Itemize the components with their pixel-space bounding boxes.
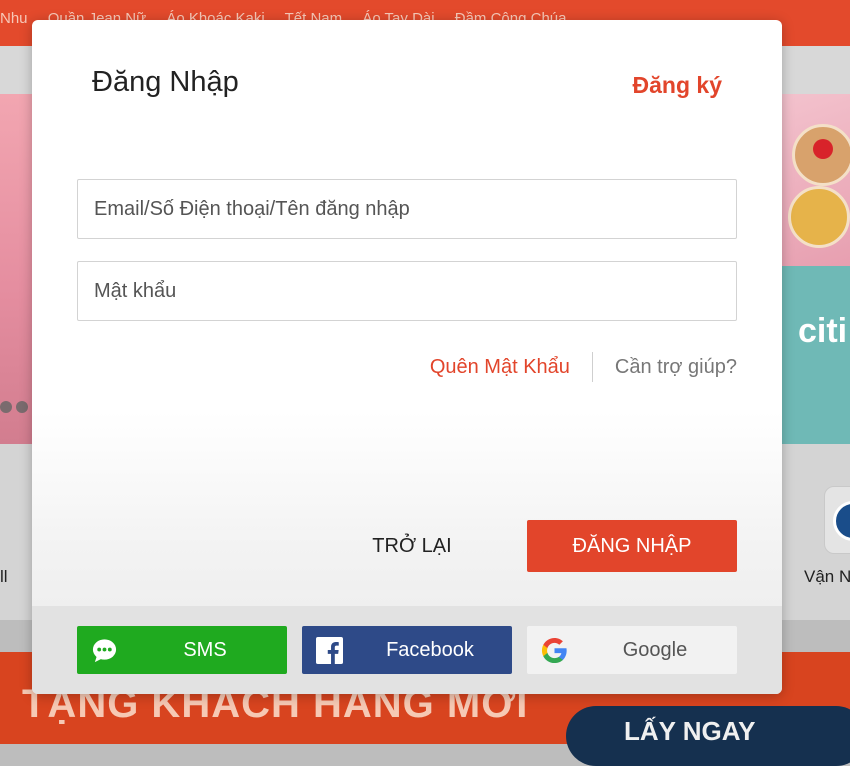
help-link[interactable]: Cần trợ giúp? (615, 356, 737, 379)
forgot-password-link[interactable]: Quên Mật Khẩu (430, 356, 570, 379)
chat-bubble-icon (92, 639, 117, 663)
category-tile-label[interactable]: Vận N (804, 567, 850, 587)
cake-image (792, 124, 850, 186)
login-button[interactable]: ĐĂNG NHẬP (527, 520, 737, 572)
link-divider (591, 352, 593, 382)
auth-links: Quên Mật Khẩu Cần trợ giúp? (430, 350, 737, 384)
username-field[interactable] (77, 179, 737, 239)
promo-button[interactable]: LẤY NGAY (566, 706, 850, 766)
facebook-icon (316, 637, 343, 664)
facebook-label: Facebook (386, 639, 474, 661)
login-modal: Đăng Nhập Đăng ký Quên Mật Khẩu Cần trợ … (32, 20, 782, 694)
category-tile-icon[interactable] (824, 486, 850, 554)
modal-title: Đăng Nhập (92, 66, 239, 98)
google-login-button[interactable]: Google (527, 626, 737, 674)
google-label: Google (622, 639, 688, 661)
sms-login-button[interactable]: SMS (77, 626, 287, 674)
username-input[interactable] (78, 180, 736, 238)
facebook-login-button[interactable]: Facebook (302, 626, 512, 674)
banner-right-cakes[interactable] (782, 94, 850, 266)
social-login-strip: SMS Facebook Google (32, 606, 782, 694)
nav-item[interactable]: Nhu (0, 10, 28, 27)
back-button[interactable]: TRỞ LẠI (352, 520, 472, 572)
banner-right-citi[interactable] (782, 266, 850, 444)
banner-left[interactable] (0, 94, 32, 444)
password-input[interactable] (78, 262, 736, 320)
sms-label: SMS (183, 639, 227, 661)
register-link[interactable]: Đăng ký (633, 72, 722, 99)
cake-image (788, 186, 850, 248)
citi-logo: citi (798, 312, 848, 350)
carousel-dots (0, 400, 32, 418)
password-field[interactable] (77, 261, 737, 321)
google-icon (541, 637, 567, 664)
category-tile-label[interactable]: ll (0, 567, 8, 587)
